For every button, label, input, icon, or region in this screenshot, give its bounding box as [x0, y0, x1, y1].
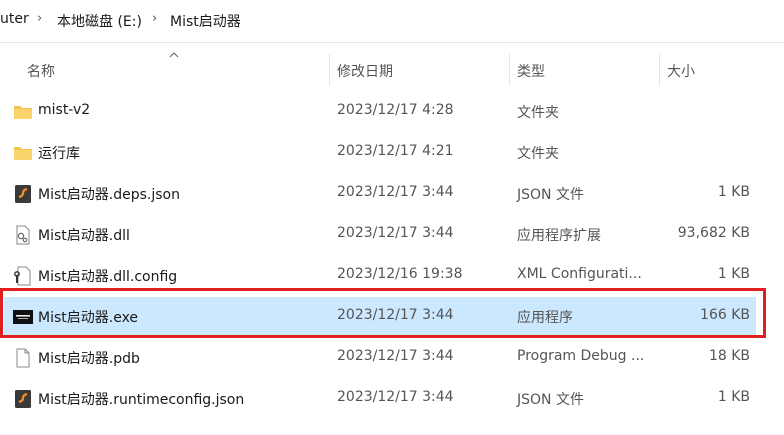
file-name: Mist启动器.runtimeconfig.json: [38, 392, 245, 408]
file-type: JSON 文件: [517, 187, 584, 203]
file-type: 文件夹: [517, 105, 559, 121]
file-size: 93,682 KB: [677, 225, 750, 241]
file-name: Mist启动器.deps.json: [38, 187, 180, 203]
column-divider[interactable]: [329, 54, 330, 86]
file-name: 运行库: [38, 146, 80, 162]
breadcrumb-item-folder[interactable]: Mist启动器: [170, 11, 241, 31]
file-type: JSON 文件: [517, 392, 584, 408]
json-file-icon: [15, 390, 31, 408]
file-size: 1 KB: [717, 389, 750, 405]
file-date: 2023/12/17 4:28: [337, 102, 454, 118]
file-name: Mist启动器.dll: [38, 228, 130, 244]
column-header-date[interactable]: 修改日期: [337, 61, 393, 81]
file-size: 18 KB: [708, 348, 750, 364]
file-type: Program Debug ...: [517, 348, 645, 364]
column-header-type[interactable]: 类型: [517, 61, 545, 81]
file-name: Mist启动器.dll.config: [38, 269, 178, 285]
file-date: 2023/12/17 3:44: [337, 348, 454, 364]
sort-ascending-icon: [169, 52, 179, 58]
column-header-name[interactable]: 名称: [27, 61, 55, 81]
dll-file-icon: [16, 225, 30, 245]
blank-file-icon: [16, 348, 30, 368]
file-type: XML Configurati...: [517, 266, 642, 282]
column-divider[interactable]: [659, 54, 660, 86]
divider: [0, 42, 784, 43]
file-date: 2023/12/16 19:38: [337, 266, 463, 282]
chevron-right-icon[interactable]: ›: [37, 11, 42, 26]
file-row[interactable]: Mist启动器.dll 2023/12/17 3:44 应用程序扩展 93,68…: [4, 215, 756, 256]
file-name: Mist启动器.pdb: [38, 351, 140, 367]
folder-icon: [14, 106, 32, 119]
file-size: 1 KB: [717, 266, 750, 282]
json-file-icon: [15, 185, 31, 203]
file-date: 2023/12/17 4:21: [337, 143, 454, 159]
file-type: 应用程序扩展: [517, 228, 601, 244]
file-date: 2023/12/17 3:44: [337, 225, 454, 241]
config-file-icon: [14, 266, 31, 286]
breadcrumb: uter › 本地磁盘 (E:) › Mist启动器: [0, 0, 784, 42]
folder-icon: [14, 147, 32, 160]
file-row[interactable]: mist-v2 2023/12/17 4:28 文件夹: [4, 92, 756, 133]
file-name: mist-v2: [38, 102, 91, 118]
file-date: 2023/12/17 3:44: [337, 389, 454, 405]
file-row[interactable]: Mist启动器.deps.json 2023/12/17 3:44 JSON 文…: [4, 174, 756, 215]
file-date: 2023/12/17 3:44: [337, 184, 454, 200]
breadcrumb-item-computer[interactable]: uter: [0, 11, 29, 27]
file-size: 1 KB: [717, 184, 750, 200]
file-row[interactable]: Mist启动器.runtimeconfig.json 2023/12/17 3:…: [4, 379, 756, 420]
file-row[interactable]: 运行库 2023/12/17 4:21 文件夹: [4, 133, 756, 174]
chevron-right-icon[interactable]: ›: [152, 11, 157, 26]
column-divider[interactable]: [509, 54, 510, 86]
file-row[interactable]: Mist启动器.pdb 2023/12/17 3:44 Program Debu…: [4, 338, 756, 379]
file-type: 文件夹: [517, 146, 559, 162]
highlight-annotation: [0, 288, 766, 338]
breadcrumb-item-drive[interactable]: 本地磁盘 (E:): [57, 11, 142, 31]
column-header-size[interactable]: 大小: [667, 61, 695, 81]
